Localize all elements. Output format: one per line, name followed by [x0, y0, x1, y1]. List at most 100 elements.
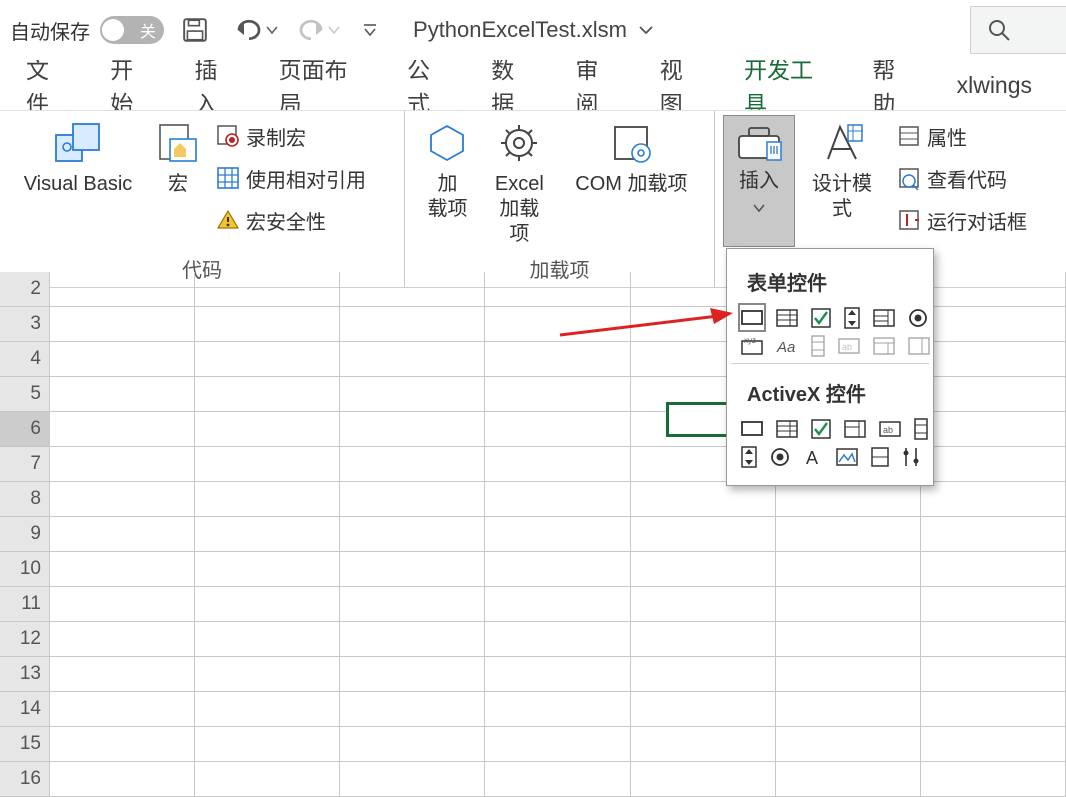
cell[interactable] [195, 622, 340, 657]
cell[interactable] [921, 272, 1066, 307]
row-header[interactable]: 11 [0, 587, 50, 622]
redo-button[interactable] [296, 17, 326, 43]
cell[interactable] [921, 517, 1066, 552]
cell[interactable] [776, 587, 921, 622]
row-header[interactable]: 10 [0, 552, 50, 587]
qat-customize-icon[interactable] [362, 22, 378, 38]
cell[interactable] [340, 482, 485, 517]
ax-label-icon[interactable]: A [803, 445, 823, 468]
cell[interactable] [631, 552, 776, 587]
cell[interactable] [195, 727, 340, 762]
cell[interactable] [195, 447, 340, 482]
form-spinner-icon[interactable] [844, 306, 860, 329]
cell[interactable] [195, 307, 340, 342]
cell[interactable] [921, 377, 1066, 412]
cell[interactable] [776, 482, 921, 517]
row-header[interactable]: 7 [0, 447, 50, 482]
form-scrollbar-icon[interactable] [811, 334, 825, 357]
row-header[interactable]: 5 [0, 377, 50, 412]
form-option-icon[interactable] [908, 306, 928, 329]
cell[interactable] [195, 657, 340, 692]
cell[interactable] [340, 447, 485, 482]
cell[interactable] [485, 587, 630, 622]
row-header[interactable]: 15 [0, 727, 50, 762]
view-code-button[interactable]: 查看代码 [893, 157, 1031, 199]
relative-ref-button[interactable]: 使用相对引用 [212, 157, 370, 199]
cell[interactable] [195, 272, 340, 307]
cell[interactable] [485, 412, 630, 447]
autosave-toggle[interactable]: 关 [100, 16, 164, 44]
cell[interactable] [340, 377, 485, 412]
cell[interactable] [921, 307, 1066, 342]
com-addins-button[interactable]: COM 加载项 [557, 115, 706, 253]
run-dialog-button[interactable]: 运行对话框 [893, 199, 1031, 241]
ax-textbox-icon[interactable]: ab [879, 417, 901, 440]
ax-option-icon[interactable] [770, 445, 790, 468]
cell[interactable] [485, 552, 630, 587]
form-groupbox-icon[interactable]: xyz [741, 334, 763, 357]
save-icon[interactable] [182, 16, 208, 44]
macros-button[interactable]: 宏 [148, 115, 208, 241]
cell[interactable] [195, 377, 340, 412]
cell[interactable] [50, 307, 195, 342]
cell[interactable] [485, 482, 630, 517]
ax-combobox-icon[interactable] [776, 417, 798, 440]
tab-xlwings[interactable]: xlwings [941, 64, 1048, 107]
cell[interactable] [340, 587, 485, 622]
cell[interactable] [921, 447, 1066, 482]
cell[interactable] [50, 447, 195, 482]
cell[interactable] [340, 692, 485, 727]
cell[interactable] [776, 727, 921, 762]
cell[interactable] [631, 692, 776, 727]
cell[interactable] [340, 342, 485, 377]
cell[interactable] [195, 692, 340, 727]
ax-more-icon[interactable] [902, 445, 920, 468]
cell[interactable] [776, 692, 921, 727]
row-header[interactable]: 3 [0, 307, 50, 342]
form-textfield-icon[interactable]: ab [838, 334, 860, 357]
ax-image-icon[interactable] [836, 445, 858, 468]
cell[interactable] [921, 622, 1066, 657]
form-combo-list-icon[interactable] [873, 334, 895, 357]
form-checkbox-icon[interactable] [811, 306, 831, 329]
cell[interactable] [340, 412, 485, 447]
cell[interactable] [50, 482, 195, 517]
row-header[interactable]: 4 [0, 342, 50, 377]
cell[interactable] [485, 377, 630, 412]
form-listbox-icon[interactable] [873, 306, 895, 329]
form-button-icon[interactable] [741, 306, 763, 329]
visual-basic-button[interactable]: Visual Basic [8, 115, 148, 241]
cell[interactable] [340, 272, 485, 307]
form-label-icon[interactable]: Aa [776, 334, 798, 357]
cell[interactable] [340, 657, 485, 692]
cell[interactable] [50, 587, 195, 622]
cell[interactable] [50, 517, 195, 552]
cell[interactable] [340, 552, 485, 587]
addins-button[interactable]: 加 载项 [413, 115, 482, 253]
row-header[interactable]: 9 [0, 517, 50, 552]
ax-spinner-icon[interactable] [741, 445, 757, 468]
cell[interactable] [195, 552, 340, 587]
record-macro-button[interactable]: 录制宏 [212, 115, 370, 157]
ax-checkbox-icon[interactable] [811, 417, 831, 440]
cell[interactable] [340, 622, 485, 657]
redo-dropdown-icon[interactable] [328, 25, 340, 35]
cell[interactable] [485, 657, 630, 692]
cell[interactable] [50, 552, 195, 587]
cell[interactable] [921, 412, 1066, 447]
cell[interactable] [921, 552, 1066, 587]
cell[interactable] [195, 342, 340, 377]
row-header[interactable]: 13 [0, 657, 50, 692]
form-combo-dropdown-icon[interactable] [908, 334, 930, 357]
cell[interactable] [195, 517, 340, 552]
cell[interactable] [50, 692, 195, 727]
undo-button[interactable] [234, 17, 264, 43]
cell[interactable] [195, 482, 340, 517]
cell[interactable] [485, 727, 630, 762]
cell[interactable] [485, 447, 630, 482]
cell[interactable] [485, 692, 630, 727]
cell[interactable] [485, 622, 630, 657]
excel-addins-button[interactable]: Excel 加载项 [482, 115, 557, 253]
cell[interactable] [921, 482, 1066, 517]
undo-dropdown-icon[interactable] [266, 25, 278, 35]
